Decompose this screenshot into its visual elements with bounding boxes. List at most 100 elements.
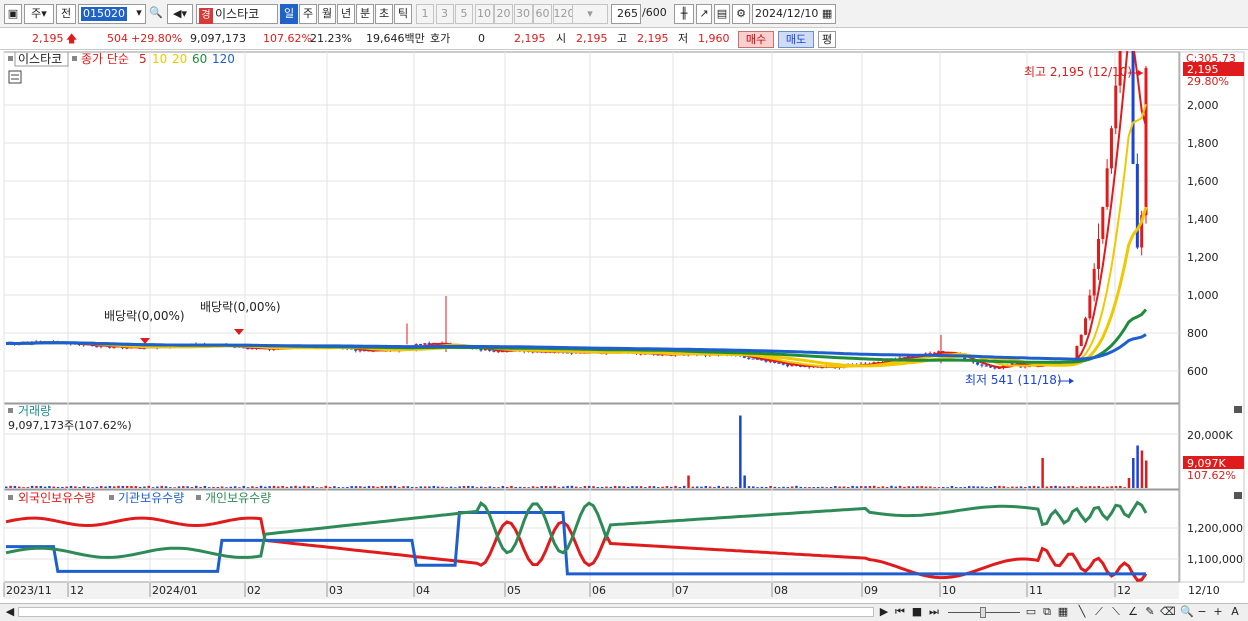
interval-button-10[interactable]: 10 xyxy=(474,4,494,24)
time-axis-label: 09 xyxy=(864,584,878,597)
angle-tool-icon[interactable]: ∠ xyxy=(1126,605,1140,620)
volume-bar xyxy=(285,486,289,488)
zoom-slider-thumb[interactable] xyxy=(980,607,986,618)
interval-button-20[interactable]: 20 xyxy=(494,4,513,24)
volume-bar xyxy=(298,486,302,488)
candle-type-icon[interactable]: ╫ xyxy=(674,4,694,24)
rewind-icon[interactable]: ⏮ xyxy=(893,605,907,620)
time-axis-label: 07 xyxy=(675,584,689,597)
layout-icon[interactable]: ▭ xyxy=(1024,605,1038,620)
volume-tag-pct: 107.62% xyxy=(1187,469,1236,482)
data-count-input[interactable]: 265 xyxy=(611,4,641,24)
interval-button-60[interactable]: 60 xyxy=(533,4,552,24)
volume-bar xyxy=(1084,486,1088,488)
volume-bar xyxy=(596,487,600,488)
panel-close-icon[interactable] xyxy=(1234,492,1242,499)
volume-bar xyxy=(333,486,336,488)
volume-bar xyxy=(963,486,967,488)
volume-bar xyxy=(471,486,474,488)
period-button-4[interactable]: 분 xyxy=(356,4,374,24)
prev-button[interactable]: 전 xyxy=(56,4,76,24)
search-icon[interactable]: 🔍 xyxy=(148,4,164,24)
fibo-tool-icon[interactable]: ⟍ xyxy=(1109,605,1123,620)
volume-bar xyxy=(43,486,47,488)
split-icon[interactable]: ⧉ xyxy=(1040,605,1054,620)
stop-icon[interactable]: ■ xyxy=(910,605,924,620)
market-type-select[interactable]: 주▾ xyxy=(24,4,54,24)
interval-dropdown[interactable]: ▾ xyxy=(572,4,608,24)
price-tick: 1,000 xyxy=(1187,289,1219,302)
date-input[interactable]: 2024/12/10 ▦ xyxy=(752,4,836,24)
interval-button-1[interactable]: 1 xyxy=(416,4,434,24)
candle-body xyxy=(747,357,751,359)
code-dropdown-icon[interactable]: ▾ xyxy=(132,4,146,24)
legend-stock-name: 이스타코 xyxy=(18,52,62,66)
volume-bar xyxy=(842,486,846,488)
scroll-track[interactable] xyxy=(18,607,874,617)
holding-axis-tick-2: 1,100,000 xyxy=(1187,553,1243,566)
volume-bar xyxy=(203,485,207,488)
draw-tool-icon[interactable]: ↗ xyxy=(696,4,712,24)
volume-bar xyxy=(872,485,876,488)
volume-bar xyxy=(108,486,112,488)
font-size-icon[interactable]: A xyxy=(1228,605,1242,620)
volume-bar xyxy=(911,486,915,488)
stock-chart[interactable]: 이스타코 종가 단순 5 10 20 60 120 최고 2,195 (12/1… xyxy=(0,0,1248,603)
price-tick: 1,800 xyxy=(1187,137,1219,150)
interval-button-5[interactable]: 5 xyxy=(455,4,473,24)
buy-button[interactable]: 매수 xyxy=(738,31,774,48)
volume-bar xyxy=(492,487,496,488)
scroll-right-icon[interactable]: ▶ xyxy=(878,605,890,620)
zoom-in-icon[interactable]: + xyxy=(1212,605,1224,620)
period-button-1[interactable]: 주 xyxy=(299,4,317,24)
candle-body xyxy=(1114,85,1118,129)
panel-close-icon[interactable] xyxy=(1234,406,1242,413)
period-button-6[interactable]: 틱 xyxy=(394,4,412,24)
period-button-5[interactable]: 초 xyxy=(375,4,393,24)
period-button-0[interactable]: 일 xyxy=(280,4,298,24)
volume-bar xyxy=(484,487,487,488)
calendar-icon[interactable]: ▦ xyxy=(822,7,832,20)
volume-bar xyxy=(501,486,505,488)
eval-button[interactable]: 평 xyxy=(818,31,836,48)
trend-tool-icon[interactable]: ⟋ xyxy=(1092,605,1106,620)
sell-button[interactable]: 매도 xyxy=(778,31,814,48)
candle-body xyxy=(492,350,496,352)
line-tool-icon[interactable]: ╲ xyxy=(1075,605,1089,620)
price-change: 504 xyxy=(107,32,128,45)
volume-bar xyxy=(1028,486,1031,488)
volume-bar xyxy=(544,486,548,488)
scroll-left-icon[interactable]: ◀ xyxy=(4,605,16,620)
window-menu-icon[interactable]: ▣ xyxy=(4,4,22,24)
calculator-icon[interactable] xyxy=(8,70,22,84)
forward-icon[interactable]: ⏭ xyxy=(927,605,941,620)
zoom-icon[interactable]: 🔍 xyxy=(1180,605,1194,620)
period-button-3[interactable]: 년 xyxy=(337,4,355,24)
date-value: 2024/12/10 xyxy=(755,7,819,20)
zoom-out-icon[interactable]: − xyxy=(1196,605,1208,620)
candle-body xyxy=(1109,128,1113,169)
volume-bar xyxy=(100,485,103,488)
settings-gear-icon[interactable]: ⚙ xyxy=(732,4,750,24)
volume-bar xyxy=(855,486,859,488)
save-icon[interactable]: ▤ xyxy=(714,4,730,24)
volume-bar xyxy=(432,485,435,488)
sound-icon[interactable]: ◀▾ xyxy=(167,4,193,24)
pen-tool-icon[interactable]: ✎ xyxy=(1143,605,1157,620)
volume-bar xyxy=(17,486,21,488)
period-button-2[interactable]: 월 xyxy=(318,4,336,24)
volume-bar xyxy=(687,475,690,488)
volume-bar xyxy=(454,487,457,488)
volume-bar xyxy=(350,486,353,488)
time-axis-label: 10 xyxy=(942,584,956,597)
volume-bar xyxy=(160,485,163,488)
volume-bar xyxy=(695,486,699,488)
candle-body xyxy=(751,358,755,360)
stock-name-box[interactable]: 경 이스타코 xyxy=(196,4,278,24)
interval-button-3[interactable]: 3 xyxy=(435,4,454,24)
volume-bar xyxy=(514,487,518,488)
interval-button-30[interactable]: 30 xyxy=(513,4,533,24)
eraser-icon[interactable]: ⌫ xyxy=(1160,605,1176,620)
tile-icon[interactable]: ▦ xyxy=(1056,605,1070,620)
volume-bar xyxy=(657,487,660,488)
